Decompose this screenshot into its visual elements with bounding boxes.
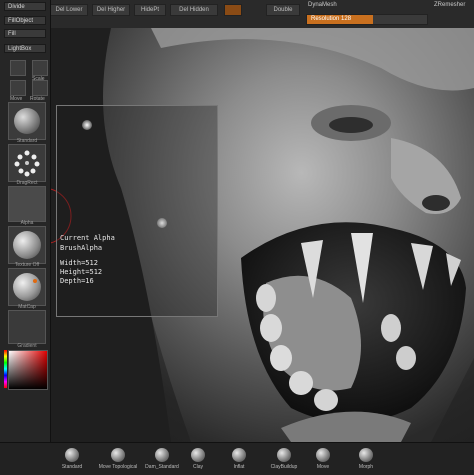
del-hidden-button[interactable]: Del Hidden	[170, 4, 218, 16]
fill-button[interactable]: Fill	[4, 29, 46, 38]
hue-bar[interactable]	[4, 350, 7, 388]
hidept-button[interactable]: HidePt	[134, 4, 166, 16]
brush-label: ClayBuildup	[270, 464, 298, 470]
dynamesh-label[interactable]: DynaMesh	[308, 2, 337, 8]
texture-thumbnail[interactable]	[8, 226, 46, 264]
resolution-slider[interactable]: Resolution 128	[306, 14, 428, 25]
material-dot-icon	[33, 279, 37, 283]
brush-move-topological[interactable]: Move Topological	[94, 445, 142, 470]
brush-standard[interactable]: Standard	[54, 445, 90, 470]
alpha-height: Height=512	[60, 268, 103, 276]
brush-label: Standard	[61, 464, 83, 470]
texture-sphere-icon	[13, 231, 41, 259]
color-picker[interactable]	[8, 350, 48, 390]
alpha-preview-dot-2	[157, 218, 167, 228]
brush-dam-standard[interactable]: Dam_Standard	[138, 445, 186, 470]
fillobject-button[interactable]: FillObject	[4, 16, 46, 25]
bottom-brush-tray: Standard Move Topological Dam_Standard C…	[0, 442, 474, 475]
material-thumbnail[interactable]	[8, 268, 46, 306]
alpha-info-popup: Current Alpha BrushAlpha Width=512 Heigh…	[56, 105, 218, 317]
draw-mode-icon[interactable]	[10, 60, 26, 76]
lightbox-button[interactable]: LightBox	[4, 44, 46, 53]
alpha-name: BrushAlpha	[60, 244, 103, 252]
brush-claybuildup-icon	[277, 448, 291, 462]
brush-move-topological-icon	[111, 448, 125, 462]
brush-inflat[interactable]: Inflat	[221, 445, 257, 470]
brush-sphere-icon	[14, 108, 40, 134]
gradient-label: Gradient	[17, 343, 37, 349]
resolution-label: Resolution 128	[311, 16, 352, 22]
brush-clay[interactable]: Clay	[180, 445, 216, 470]
brush-label: Move Topological	[98, 464, 138, 470]
del-higher-button[interactable]: Del Higher	[92, 4, 130, 16]
brush-move-icon	[316, 448, 330, 462]
rotate-icon[interactable]	[32, 80, 48, 96]
brush-label: Dam_Standard	[145, 464, 179, 470]
brush-clay-icon	[191, 448, 205, 462]
brush-label: Clay	[192, 464, 203, 470]
move-icon[interactable]	[10, 80, 26, 96]
brush-inflat-icon	[232, 448, 246, 462]
scale-icon[interactable]	[32, 60, 48, 76]
alpha-depth: Depth=16	[60, 277, 94, 285]
divide-button[interactable]: Divide	[4, 2, 46, 11]
brush-claybuildup[interactable]: ClayBuildup	[262, 445, 306, 470]
alpha-thumbnail[interactable]	[8, 186, 46, 222]
brush-standard-icon	[65, 448, 79, 462]
brush-morph[interactable]: Morph	[348, 445, 384, 470]
double-button[interactable]: Double	[266, 4, 300, 16]
sculpt-canvas[interactable]: Current Alpha BrushAlpha Width=512 Heigh…	[51, 28, 474, 442]
current-alpha-title: Current Alpha	[60, 234, 115, 242]
del-lower-button[interactable]: Del Lower	[50, 4, 88, 16]
alpha-preview-dot	[82, 120, 92, 130]
alpha-width: Width=512	[60, 259, 98, 267]
toggle-orange-icon[interactable]	[224, 4, 242, 16]
left-tray: Divide FillObject Fill LightBox Scale Mo…	[0, 0, 51, 474]
brush-label: Move	[316, 464, 330, 470]
brush-move[interactable]: Move	[305, 445, 341, 470]
material-sphere-icon	[13, 273, 41, 301]
brush-label: Inflat	[233, 464, 245, 470]
brush-dam-standard-icon	[155, 448, 169, 462]
dots-stroke-icon	[14, 150, 40, 177]
stroke-thumbnail[interactable]	[8, 144, 46, 182]
brush-thumbnail[interactable]	[8, 102, 46, 140]
zremesher-label[interactable]: ZRemesher	[434, 2, 465, 8]
top-shelf: Del Lower Del Higher HidePt Del Hidden D…	[0, 0, 474, 29]
brush-morph-icon	[359, 448, 373, 462]
brush-label: Morph	[358, 464, 374, 470]
gradient-swatch[interactable]	[8, 310, 46, 344]
